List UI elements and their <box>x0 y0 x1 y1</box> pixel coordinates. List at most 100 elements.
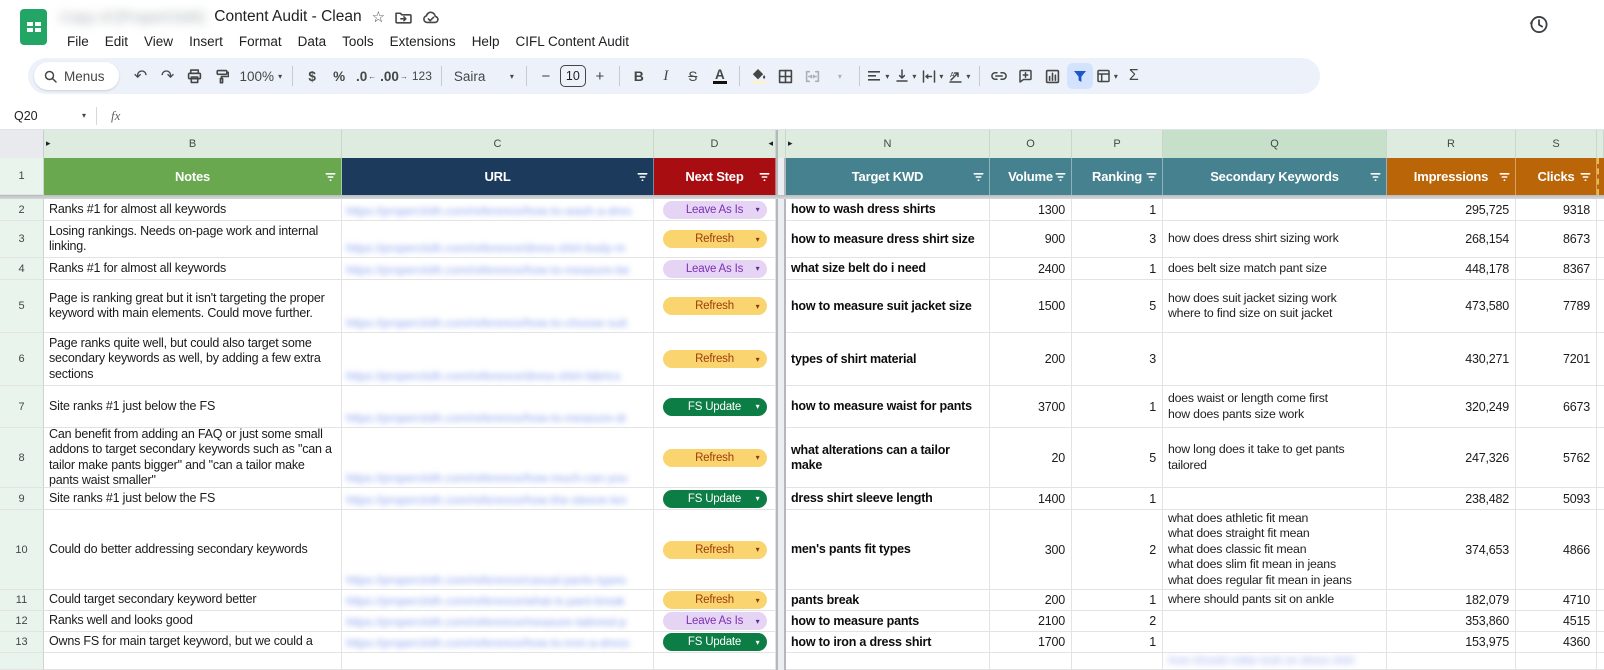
chevron-down-icon[interactable]: ▾ <box>756 453 760 462</box>
format-currency-button[interactable]: $ <box>299 63 325 89</box>
url-link-blurred[interactable]: https://propercloth.com/reference/what-i… <box>346 594 625 608</box>
column-header-r[interactable]: R <box>1387 130 1516 158</box>
url-cell[interactable]: https://propercloth.com/reference/how-mu… <box>342 428 654 488</box>
menu-extensions[interactable]: Extensions <box>383 32 463 51</box>
version-history-icon[interactable] <box>1528 14 1549 40</box>
menu-edit[interactable]: Edit <box>98 32 135 51</box>
more-formats-button[interactable]: 123 <box>409 63 435 89</box>
row-number[interactable]: 9 <box>0 488 44 510</box>
url-link-blurred[interactable]: https://propercloth.com/reference/dress-… <box>346 241 625 255</box>
row-number[interactable]: 2 <box>0 199 44 221</box>
zoom-select[interactable]: 100% ▾ <box>236 63 287 89</box>
row-number[interactable]: 5 <box>0 280 44 333</box>
next-step-dropdown[interactable]: FS Update ▾ <box>662 633 767 651</box>
url-link-blurred[interactable]: https://propercloth.com/reference/how-to… <box>346 263 629 277</box>
chevron-down-icon[interactable]: ▾ <box>756 638 760 647</box>
menu-view[interactable]: View <box>137 32 180 51</box>
url-cell[interactable]: https://propercloth.com/reference/how-th… <box>342 488 654 510</box>
row-number[interactable]: 12 <box>0 611 44 632</box>
url-cell[interactable]: https://propercloth.com/reference/dress-… <box>342 221 654 258</box>
row-number[interactable]: 10 <box>0 510 44 590</box>
menu-cifl-content-audit[interactable]: CIFL Content Audit <box>508 32 636 51</box>
next-step-dropdown[interactable]: Refresh ▾ <box>662 448 767 467</box>
move-folder-icon[interactable] <box>395 10 412 25</box>
doc-title[interactable]: Content Audit - Clean <box>214 8 361 26</box>
url-link-blurred[interactable]: https://propercloth.com/reference/how-to… <box>346 316 627 330</box>
decrease-decimal-button[interactable]: .0 ← <box>353 63 379 89</box>
next-step-dropdown[interactable]: Refresh ▾ <box>662 591 767 609</box>
row-number[interactable]: 3 <box>0 221 44 258</box>
bold-button[interactable]: B <box>626 63 652 89</box>
url-link-blurred[interactable]: https://propercloth.com/reference/casual… <box>346 573 626 587</box>
chevron-down-icon[interactable]: ▾ <box>756 596 760 605</box>
header-target-kwd[interactable]: Target KWD <box>786 158 990 195</box>
url-link-blurred[interactable]: https://propercloth.com/reference/how-to… <box>346 204 631 218</box>
name-box[interactable]: Q20 ▾ <box>0 109 96 123</box>
text-wrap-button[interactable]: ▾ <box>920 63 946 89</box>
fill-color-button[interactable] <box>746 63 772 89</box>
url-cell[interactable]: https://propercloth.com/reference/how-to… <box>342 258 654 280</box>
row-number[interactable]: 8 <box>0 428 44 488</box>
strikethrough-button[interactable]: S <box>680 63 706 89</box>
insert-chart-button[interactable] <box>1040 63 1066 89</box>
hidden-column-indicator-icon[interactable]: ▸ <box>788 138 793 149</box>
url-cell[interactable]: https://propercloth.com/reference/how-to… <box>342 386 654 428</box>
row-number[interactable]: 11 <box>0 590 44 611</box>
column-header-p[interactable]: P <box>1072 130 1163 158</box>
header-volume[interactable]: Volume <box>990 158 1072 195</box>
column-header-q[interactable]: Q <box>1163 130 1387 158</box>
undo-button[interactable]: ↶ <box>128 63 154 89</box>
name-box-caret-icon[interactable]: ▾ <box>82 111 86 120</box>
horizontal-align-button[interactable]: ▾ <box>866 63 892 89</box>
next-step-dropdown[interactable]: Refresh ▾ <box>662 540 767 559</box>
next-step-dropdown[interactable]: Refresh ▾ <box>662 230 767 248</box>
increase-font-size-button[interactable]: + <box>587 63 613 89</box>
url-cell[interactable]: https://propercloth.com/reference/what-i… <box>342 590 654 611</box>
print-button[interactable] <box>182 63 208 89</box>
functions-button[interactable]: Σ <box>1121 63 1147 89</box>
chevron-down-icon[interactable]: ▾ <box>756 617 760 626</box>
row-number[interactable]: 7 <box>0 386 44 428</box>
font-size-input[interactable]: 10 <box>559 65 586 87</box>
menu-tools[interactable]: Tools <box>335 32 381 51</box>
star-icon[interactable]: ☆ <box>372 8 385 26</box>
url-link-blurred[interactable]: https://propercloth.com/reference/how-to… <box>346 636 629 650</box>
increase-decimal-button[interactable]: .00 → <box>380 63 408 89</box>
row-number[interactable]: 1 <box>0 158 44 195</box>
chevron-down-icon[interactable]: ▾ <box>756 205 760 214</box>
chevron-down-icon[interactable]: ▾ <box>756 302 760 311</box>
insert-link-button[interactable] <box>986 63 1012 89</box>
header-ranking[interactable]: Ranking <box>1072 158 1163 195</box>
column-header-o[interactable]: O <box>990 130 1072 158</box>
row-number[interactable]: 13 <box>0 632 44 653</box>
url-link-blurred[interactable]: https://propercloth.com/reference/measur… <box>346 615 626 629</box>
chevron-down-icon[interactable]: ▾ <box>756 494 760 503</box>
header-clicks[interactable]: Clicks <box>1516 158 1597 195</box>
borders-button[interactable] <box>773 63 799 89</box>
text-color-button[interactable]: A <box>707 63 733 89</box>
cloud-saved-icon[interactable] <box>422 10 440 24</box>
hidden-column-indicator-icon[interactable]: ▸ <box>46 138 51 149</box>
url-cell[interactable]: https://propercloth.com/reference/how-to… <box>342 280 654 333</box>
header-notes[interactable]: Notes <box>44 158 342 195</box>
row-number[interactable]: 4 <box>0 258 44 280</box>
url-cell[interactable]: https://propercloth.com/reference/casual… <box>342 510 654 590</box>
font-select[interactable]: Saira ▾ <box>448 63 520 89</box>
chevron-down-icon[interactable]: ▾ <box>756 402 760 411</box>
url-cell[interactable]: https://propercloth.com/reference/how-to… <box>342 632 654 653</box>
redo-button[interactable]: ↷ <box>155 63 181 89</box>
header-url[interactable]: URL <box>342 158 654 195</box>
chevron-down-icon[interactable]: ▾ <box>756 545 760 554</box>
header-secondary-keywords[interactable]: Secondary Keywords <box>1163 158 1387 195</box>
frozen-pane-divider[interactable] <box>776 130 786 158</box>
vertical-align-button[interactable]: ▾ <box>893 63 919 89</box>
url-cell[interactable]: https://propercloth.com/reference/how-to… <box>342 199 654 221</box>
url-link-blurred[interactable]: https://propercloth.com/reference/dress-… <box>346 369 621 383</box>
column-header-d[interactable]: D ◂ <box>654 130 776 158</box>
menu-data[interactable]: Data <box>291 32 334 51</box>
menu-help[interactable]: Help <box>465 32 507 51</box>
text-rotation-button[interactable]: A ▾ <box>947 63 973 89</box>
url-link-blurred[interactable]: https://propercloth.com/reference/how-mu… <box>346 471 627 485</box>
italic-button[interactable]: I <box>653 63 679 89</box>
select-all-corner[interactable] <box>0 130 44 158</box>
